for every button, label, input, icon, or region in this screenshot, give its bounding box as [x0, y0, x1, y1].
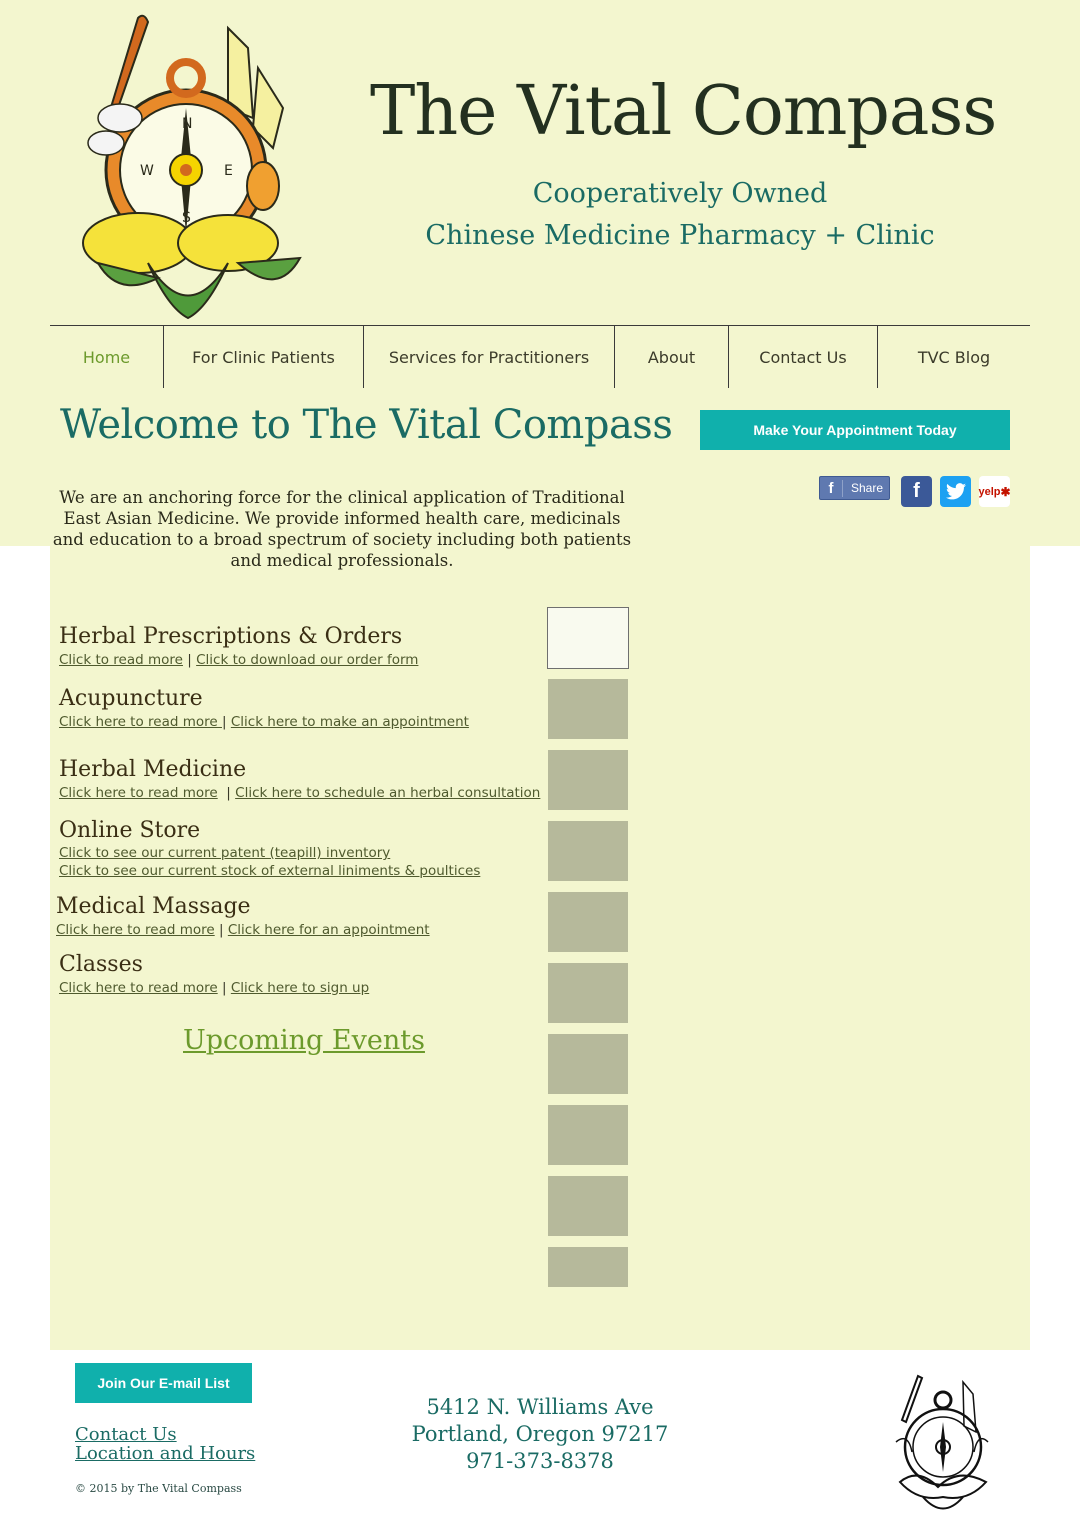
yelp-burst-icon: ✱: [1000, 484, 1011, 499]
separator: |: [218, 922, 224, 938]
join-email-list-button[interactable]: Join Our E-mail List: [75, 1363, 252, 1403]
welcome-heading: Welcome to The Vital Compass: [60, 402, 673, 448]
gallery-thumbnail[interactable]: [548, 1034, 628, 1094]
service-title-herbal-medicine: Herbal Medicine: [59, 757, 247, 782]
link-read-more-classes[interactable]: Click here to read more: [59, 980, 218, 996]
phone-number: 971-373-8378: [466, 1449, 614, 1473]
nav-tvc-blog[interactable]: TVC Blog: [878, 326, 1030, 388]
yelp-icon[interactable]: yelp ✱: [978, 476, 1011, 507]
link-patent-inventory[interactable]: Click to see our current patent (teapill…: [59, 845, 390, 861]
footer-compass-logo: [895, 1374, 989, 1510]
service-links-medical-massage: Click here to read more | Click here for…: [56, 922, 430, 938]
footer-location-link[interactable]: Location and Hours: [75, 1443, 255, 1464]
nav-for-clinic-patients[interactable]: For Clinic Patients: [164, 326, 364, 388]
link-read-more-acupuncture[interactable]: Click here to read more: [59, 714, 222, 730]
separator: |: [221, 714, 227, 730]
gallery-thumbnail[interactable]: [548, 1247, 628, 1287]
gallery-thumbnail[interactable]: [548, 679, 628, 739]
main-nav: Home For Clinic Patients Services for Pr…: [50, 325, 1030, 388]
twitter-bird-icon: [945, 483, 966, 500]
gallery-thumbnail[interactable]: [548, 1176, 628, 1236]
svg-text:E: E: [224, 163, 233, 179]
service-title-classes: Classes: [59, 952, 143, 977]
link-read-more-herbal-medicine[interactable]: Click here to read more: [59, 785, 218, 801]
gallery-thumbnail[interactable]: [548, 750, 628, 810]
link-make-appointment-acupuncture[interactable]: Click here to make an appointment: [231, 714, 469, 730]
service-links-online-store-2: Click to see our current stock of extern…: [59, 863, 480, 879]
yelp-label: yelp: [978, 485, 1001, 498]
make-appointment-button[interactable]: Make Your Appointment Today: [700, 410, 1010, 450]
facebook-share-button[interactable]: f Share: [819, 476, 890, 500]
link-read-more-massage[interactable]: Click here to read more: [56, 922, 215, 938]
link-download-order-form[interactable]: Click to download our order form: [196, 652, 418, 668]
link-massage-appointment[interactable]: Click here for an appointment: [228, 922, 430, 938]
service-title-online-store: Online Store: [59, 818, 201, 843]
address-city: Portland, Oregon 97217: [411, 1422, 669, 1446]
svg-text:N: N: [182, 116, 192, 132]
compass-logo[interactable]: N E W S: [78, 8, 306, 320]
gallery-thumbnail[interactable]: [548, 963, 628, 1023]
tagline-description: Chinese Medicine Pharmacy + Clinic: [425, 220, 935, 251]
address-street: 5412 N. Williams Ave: [426, 1395, 654, 1419]
link-sign-up-classes[interactable]: Click here to sign up: [231, 980, 369, 996]
twitter-icon[interactable]: [940, 476, 971, 507]
nav-about[interactable]: About: [615, 326, 729, 388]
nav-services-for-practitioners[interactable]: Services for Practitioners: [364, 326, 615, 388]
facebook-f-icon: f: [820, 479, 843, 497]
copyright: © 2015 by The Vital Compass: [75, 1482, 242, 1495]
tagline-ownership: Cooperatively Owned: [532, 178, 828, 209]
intro-text: We are an anchoring force for the clinic…: [52, 488, 632, 570]
service-title-acupuncture: Acupuncture: [59, 686, 203, 711]
site-title: The Vital Compass: [370, 72, 997, 151]
upcoming-events-link[interactable]: Upcoming Events: [183, 1025, 425, 1056]
svg-text:S: S: [182, 210, 191, 226]
gallery-thumbnail[interactable]: [548, 821, 628, 881]
separator: |: [187, 652, 192, 668]
footer-contact-link[interactable]: Contact Us: [75, 1424, 177, 1445]
gallery-thumbnail[interactable]: [548, 1105, 628, 1165]
gallery-thumbnail[interactable]: [547, 607, 629, 669]
service-links-herbal-prescriptions: Click to read more | Click to download o…: [59, 652, 418, 668]
service-links-classes: Click here to read more | Click here to …: [59, 980, 369, 996]
link-liniments-poultices[interactable]: Click to see our current stock of extern…: [59, 863, 480, 879]
link-read-more-prescriptions[interactable]: Click to read more: [59, 652, 183, 668]
gallery-thumbnail[interactable]: [548, 892, 628, 952]
separator: |: [221, 980, 227, 996]
service-title-herbal-prescriptions: Herbal Prescriptions & Orders: [59, 624, 403, 649]
service-title-medical-massage: Medical Massage: [56, 894, 251, 919]
facebook-icon[interactable]: f: [901, 476, 932, 507]
service-links-acupuncture: Click here to read more | Click here to …: [59, 714, 469, 730]
nav-home[interactable]: Home: [50, 326, 164, 388]
svg-text:W: W: [140, 163, 154, 179]
separator: |: [226, 785, 231, 801]
service-links-herbal-medicine: Click here to read more | Click here to …: [59, 785, 540, 801]
share-label: Share: [851, 481, 884, 495]
nav-contact-us[interactable]: Contact Us: [729, 326, 878, 388]
service-links-online-store: Click to see our current patent (teapill…: [59, 845, 390, 861]
link-schedule-herbal-consultation[interactable]: Click here to schedule an herbal consult…: [235, 785, 540, 801]
